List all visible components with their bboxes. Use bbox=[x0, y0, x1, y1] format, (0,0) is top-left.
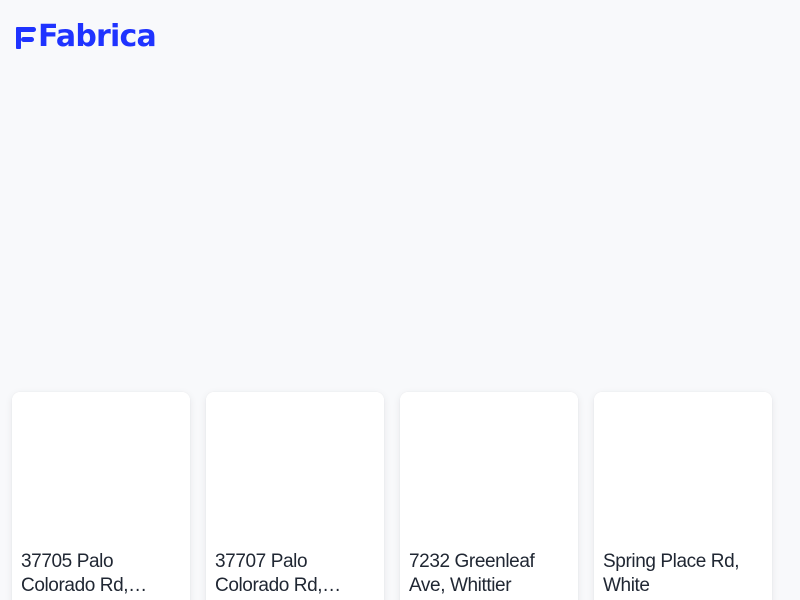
fabrica-logo-text: Fabrica bbox=[38, 19, 157, 54]
property-card[interactable]: 37705 Palo Colorado Rd, Carmel bbox=[12, 392, 190, 600]
property-address: 37707 Palo Colorado Rd, Carmel bbox=[215, 551, 323, 596]
property-listing-page: Fabrica 37705 Palo Colorado Rd, Carmel 3… bbox=[0, 0, 800, 600]
property-image bbox=[206, 392, 384, 542]
fabrica-logo-icon bbox=[16, 25, 38, 51]
property-address: 37705 Palo Colorado Rd, Carmel bbox=[21, 551, 129, 596]
site-header: Fabrica bbox=[16, 19, 157, 56]
property-image bbox=[594, 392, 772, 542]
property-card[interactable]: Spring Place Rd, White bbox=[594, 392, 772, 600]
property-image bbox=[12, 392, 190, 542]
property-card-list: 37705 Palo Colorado Rd, Carmel 37707 Pal… bbox=[12, 392, 800, 600]
property-address: Spring Place Rd, White bbox=[603, 551, 740, 596]
property-address: 7232 Greenleaf Ave, Whittier bbox=[409, 551, 535, 596]
fabrica-logo-link[interactable]: Fabrica bbox=[16, 19, 157, 54]
property-image bbox=[400, 392, 578, 542]
property-card[interactable]: 37707 Palo Colorado Rd, Carmel bbox=[206, 392, 384, 600]
property-card[interactable]: 7232 Greenleaf Ave, Whittier bbox=[400, 392, 578, 600]
